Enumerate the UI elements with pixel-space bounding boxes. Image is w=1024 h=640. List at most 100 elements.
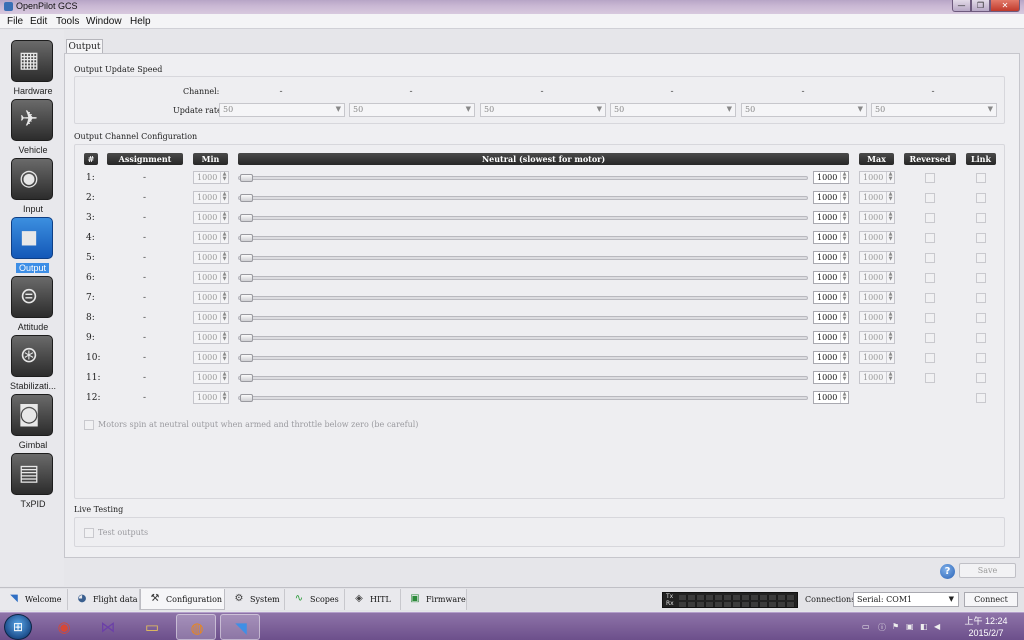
link-checkbox[interactable] [976,213,986,223]
max-spinbox[interactable]: 1000 ▲ ▼ [859,311,895,324]
neutral-slider-track[interactable] [238,316,808,320]
taskbar-app-button[interactable]: ◉ [44,614,84,640]
save-button[interactable]: Save [959,563,1016,578]
update-rate-select[interactable]: 50 ▼ [610,103,736,117]
bottom-tab-firmware[interactable]: ▣ Firmware [401,589,467,610]
keyboard-icon[interactable]: ▭ [862,622,870,631]
link-checkbox[interactable] [976,293,986,303]
reversed-checkbox[interactable] [925,173,935,183]
neutral-slider-handle[interactable] [240,314,253,322]
neutral-spinbox[interactable]: 1000 ▲ ▼ [813,171,849,184]
min-spinbox[interactable]: 1000 ▲ ▼ [193,211,229,224]
bottom-tab-welcome[interactable]: ◥ Welcome [0,589,68,610]
test-outputs-checkbox[interactable] [84,528,94,538]
min-spinbox[interactable]: 1000 ▲ ▼ [193,251,229,264]
min-spinbox[interactable]: 1000 ▲ ▼ [193,311,229,324]
bottom-tab-configuration[interactable]: ⚒ Configuration [140,589,225,610]
neutral-slider-handle[interactable] [240,194,253,202]
neutral-slider-track[interactable] [238,236,808,240]
neutral-slider-handle[interactable] [240,374,253,382]
neutral-slider-handle[interactable] [240,234,253,242]
neutral-spinbox[interactable]: 1000 ▲ ▼ [813,391,849,404]
minimize-button[interactable]: — [952,0,971,12]
max-spinbox[interactable]: 1000 ▲ ▼ [859,191,895,204]
bottom-tab-flight-data[interactable]: ◕ Flight data [68,589,140,610]
info-icon[interactable]: ⓘ [878,622,886,633]
link-checkbox[interactable] [976,173,986,183]
connection-port-select[interactable]: Serial: COM1 ▼ [853,592,959,607]
menu-window[interactable]: Window [86,16,122,27]
menu-edit[interactable]: Edit [30,16,47,27]
reversed-checkbox[interactable] [925,273,935,283]
neutral-spinbox[interactable]: 1000 ▲ ▼ [813,351,849,364]
max-spinbox[interactable]: 1000 ▲ ▼ [859,211,895,224]
close-button[interactable]: ✕ [990,0,1020,12]
reversed-checkbox[interactable] [925,313,935,323]
min-spinbox[interactable]: 1000 ▲ ▼ [193,331,229,344]
reversed-checkbox[interactable] [925,293,935,303]
link-checkbox[interactable] [976,373,986,383]
start-button[interactable]: ⊞ [4,614,32,640]
reversed-checkbox[interactable] [925,233,935,243]
min-spinbox[interactable]: 1000 ▲ ▼ [193,351,229,364]
menu-help[interactable]: Help [130,16,151,27]
help-button[interactable]: ? [940,564,955,579]
neutral-slider-track[interactable] [238,356,808,360]
link-checkbox[interactable] [976,333,986,343]
motor-spin-checkbox[interactable] [84,420,94,430]
max-spinbox[interactable]: 1000 ▲ ▼ [859,291,895,304]
link-checkbox[interactable] [976,393,986,403]
max-spinbox[interactable]: 1000 ▲ ▼ [859,351,895,364]
link-checkbox[interactable] [976,193,986,203]
neutral-spinbox[interactable]: 1000 ▲ ▼ [813,331,849,344]
neutral-spinbox[interactable]: 1000 ▲ ▼ [813,291,849,304]
min-spinbox[interactable]: 1000 ▲ ▼ [193,391,229,404]
reversed-checkbox[interactable] [925,373,935,383]
neutral-spinbox[interactable]: 1000 ▲ ▼ [813,271,849,284]
neutral-spinbox[interactable]: 1000 ▲ ▼ [813,371,849,384]
link-checkbox[interactable] [976,273,986,283]
neutral-slider-handle[interactable] [240,294,253,302]
neutral-slider-handle[interactable] [240,394,253,402]
neutral-spinbox[interactable]: 1000 ▲ ▼ [813,191,849,204]
link-checkbox[interactable] [976,233,986,243]
neutral-spinbox[interactable]: 1000 ▲ ▼ [813,211,849,224]
min-spinbox[interactable]: 1000 ▲ ▼ [193,291,229,304]
update-rate-select[interactable]: 50 ▼ [219,103,345,117]
link-checkbox[interactable] [976,313,986,323]
update-rate-select[interactable]: 50 ▼ [741,103,867,117]
neutral-slider-handle[interactable] [240,274,253,282]
taskbar-app-button[interactable]: ⋈ [88,614,128,640]
reversed-checkbox[interactable] [925,213,935,223]
neutral-spinbox[interactable]: 1000 ▲ ▼ [813,311,849,324]
taskbar-app-button[interactable]: ◥ [220,614,260,640]
neutral-slider-handle[interactable] [240,214,253,222]
min-spinbox[interactable]: 1000 ▲ ▼ [193,231,229,244]
connect-button[interactable]: Connect [964,592,1018,607]
max-spinbox[interactable]: 1000 ▲ ▼ [859,171,895,184]
menu-tools[interactable]: Tools [56,16,79,27]
bottom-tab-hitl[interactable]: ◈ HITL [345,589,401,610]
clock[interactable]: 上午 12:24 2015/2/7 [958,615,1014,639]
link-checkbox[interactable] [976,353,986,363]
network-icon[interactable]: ▣ [906,622,914,631]
max-spinbox[interactable]: 1000 ▲ ▼ [859,251,895,264]
reversed-checkbox[interactable] [925,253,935,263]
neutral-slider-handle[interactable] [240,334,253,342]
neutral-slider-track[interactable] [238,176,808,180]
bottom-tab-system[interactable]: ⚙ System [225,589,285,610]
update-rate-select[interactable]: 50 ▼ [871,103,997,117]
flag-icon[interactable]: ⚑ [892,622,899,631]
neutral-slider-track[interactable] [238,296,808,300]
min-spinbox[interactable]: 1000 ▲ ▼ [193,371,229,384]
menu-file[interactable]: File [7,16,23,27]
neutral-slider-track[interactable] [238,376,808,380]
neutral-slider-track[interactable] [238,256,808,260]
neutral-spinbox[interactable]: 1000 ▲ ▼ [813,231,849,244]
max-spinbox[interactable]: 1000 ▲ ▼ [859,231,895,244]
update-rate-select[interactable]: 50 ▼ [480,103,606,117]
taskbar-app-button[interactable]: ▭ [132,614,172,640]
max-spinbox[interactable]: 1000 ▲ ▼ [859,371,895,384]
min-spinbox[interactable]: 1000 ▲ ▼ [193,191,229,204]
maximize-button[interactable]: ❐ [971,0,990,12]
